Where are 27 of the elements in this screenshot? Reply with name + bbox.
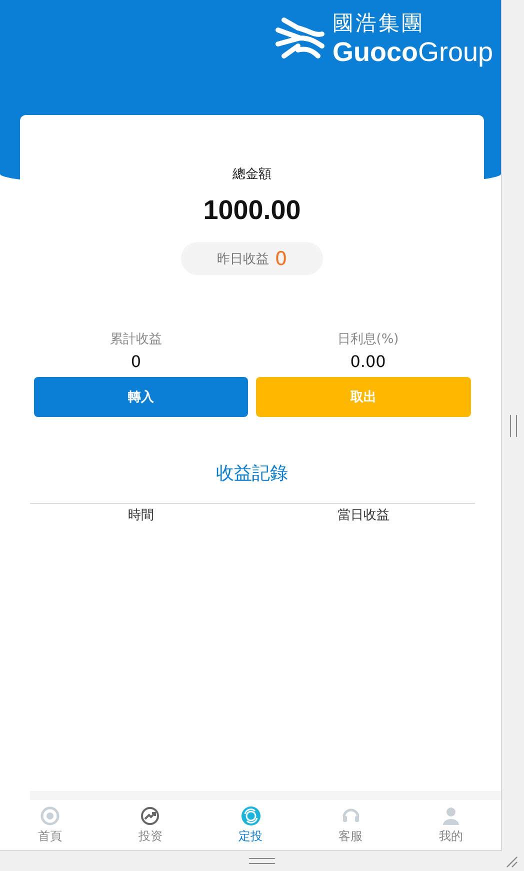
stat-label: 日利息(%) bbox=[337, 331, 399, 348]
yesterday-label: 昨日收益 bbox=[216, 250, 269, 268]
yesterday-value: 0 bbox=[274, 248, 288, 270]
logo-brand-text: Guoco bbox=[332, 38, 418, 66]
resize-grip[interactable] bbox=[510, 414, 516, 436]
logo-chinese-text: 國浩集團 bbox=[332, 12, 426, 34]
logo-brand-suffix: Group bbox=[418, 38, 493, 66]
nav-tab[interactable]: 首頁 bbox=[0, 800, 100, 850]
column-header: 當日收益 bbox=[336, 507, 390, 524]
nav-tab[interactable]: 定投 bbox=[200, 800, 301, 850]
stat-value: 0.00 bbox=[350, 352, 386, 371]
records-title: 收益記錄 bbox=[216, 462, 288, 485]
nav-tab[interactable]: 我的 bbox=[400, 800, 502, 850]
total-amount: 1000.00 bbox=[203, 195, 301, 226]
stat-label: 累計收益 bbox=[110, 331, 162, 348]
nav-tab[interactable]: 投资 bbox=[100, 800, 200, 850]
nav-tab[interactable]: 客服 bbox=[300, 800, 401, 850]
user-icon bbox=[440, 806, 461, 826]
trend-icon bbox=[140, 806, 160, 826]
resize-grip[interactable] bbox=[249, 858, 275, 864]
target-icon bbox=[40, 806, 60, 826]
column-header: 時間 bbox=[126, 507, 155, 524]
resize-corner-icon[interactable] bbox=[506, 856, 518, 868]
exchange-icon bbox=[240, 806, 260, 826]
total-label: 總金額 bbox=[232, 166, 272, 183]
stat-value: 0 bbox=[130, 352, 142, 371]
deposit-button[interactable]: 轉入 bbox=[34, 377, 248, 417]
